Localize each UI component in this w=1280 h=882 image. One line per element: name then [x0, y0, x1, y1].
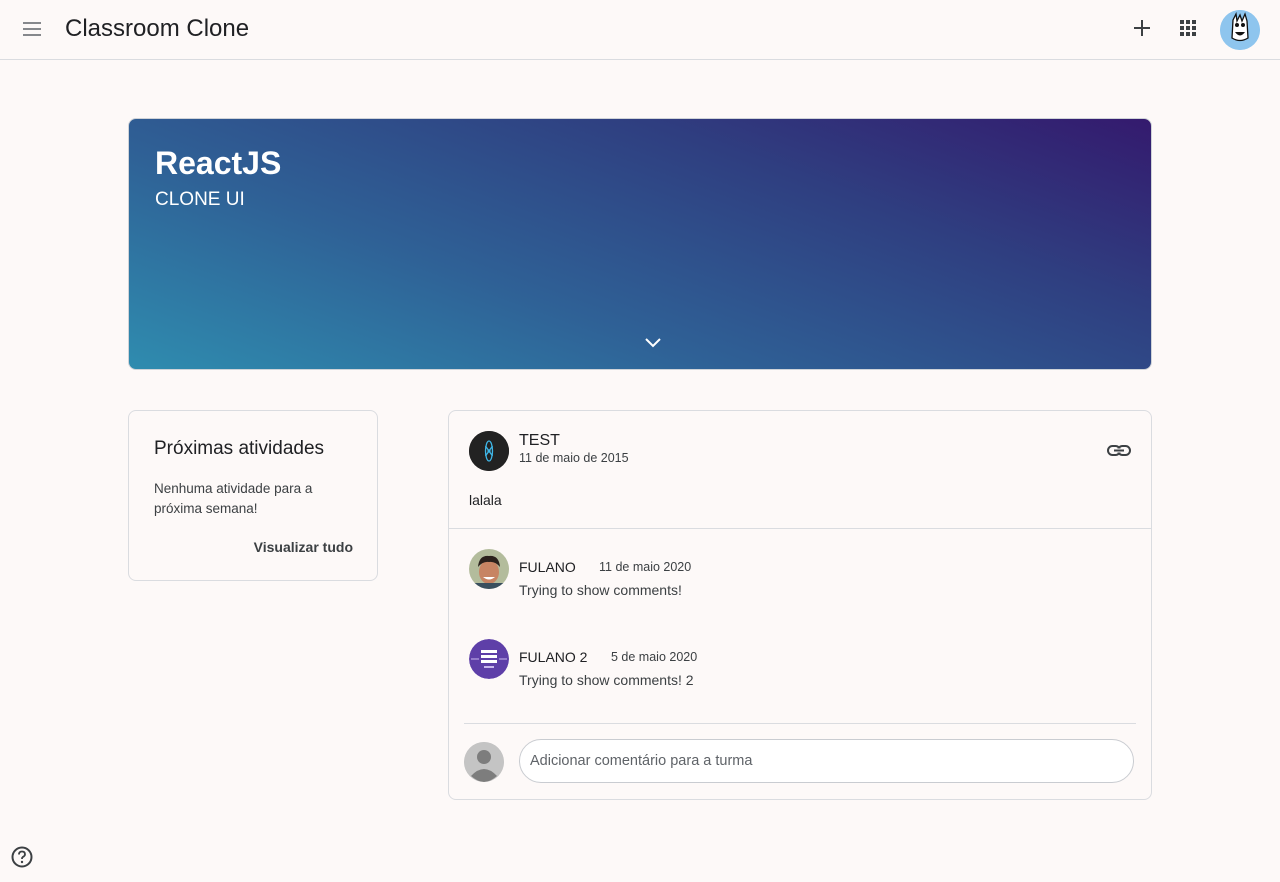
chevron-down-icon[interactable] — [641, 331, 665, 355]
comment-input[interactable] — [519, 739, 1134, 783]
divider — [464, 723, 1136, 724]
post-author-avatar — [469, 431, 509, 471]
help-icon[interactable] — [11, 846, 33, 868]
view-all-link[interactable]: Visualizar tudo — [254, 539, 353, 555]
link-icon[interactable] — [1106, 438, 1132, 464]
post-date: 11 de maio de 2015 — [519, 451, 629, 465]
comment-author: FULANO 2 — [519, 649, 588, 665]
comment-date: 11 de maio 2020 — [599, 560, 692, 574]
upcoming-empty-text: Nenhuma atividade para a próxima semana! — [154, 481, 313, 516]
user-avatar[interactable] — [1220, 10, 1260, 50]
class-banner: ReactJS CLONE UI — [128, 118, 1152, 370]
top-app-bar: Classroom Clone — [0, 0, 1280, 60]
comment-avatar — [469, 639, 509, 679]
upcoming-title: Próximas atividades — [154, 438, 325, 459]
comment-avatar — [469, 549, 509, 589]
upcoming-card: Próximas atividades Nenhuma atividade pa… — [128, 410, 378, 581]
post-card: TEST 11 de maio de 2015 lalala FULANO 11… — [448, 410, 1152, 800]
app-title: Classroom Clone — [65, 15, 250, 42]
comment-item: FULANO 11 de maio 2020 Trying to show co… — [469, 549, 1129, 598]
class-section: CLONE UI — [155, 189, 245, 210]
comment-author: FULANO — [519, 559, 576, 575]
post-author: TEST — [519, 432, 560, 449]
class-name: ReactJS — [155, 145, 282, 181]
apps-icon[interactable] — [1176, 16, 1200, 40]
comment-text: Trying to show comments! 2 — [519, 672, 694, 688]
post-body: lalala — [469, 492, 502, 508]
menu-icon[interactable] — [20, 17, 44, 41]
comment-date: 5 de maio 2020 — [611, 650, 698, 664]
divider — [449, 528, 1151, 529]
add-icon[interactable] — [1130, 16, 1154, 40]
current-user-avatar — [464, 742, 504, 782]
comment-item: FULANO 2 5 de maio 2020 Trying to show c… — [469, 639, 1129, 688]
comment-text: Trying to show comments! — [519, 582, 682, 598]
